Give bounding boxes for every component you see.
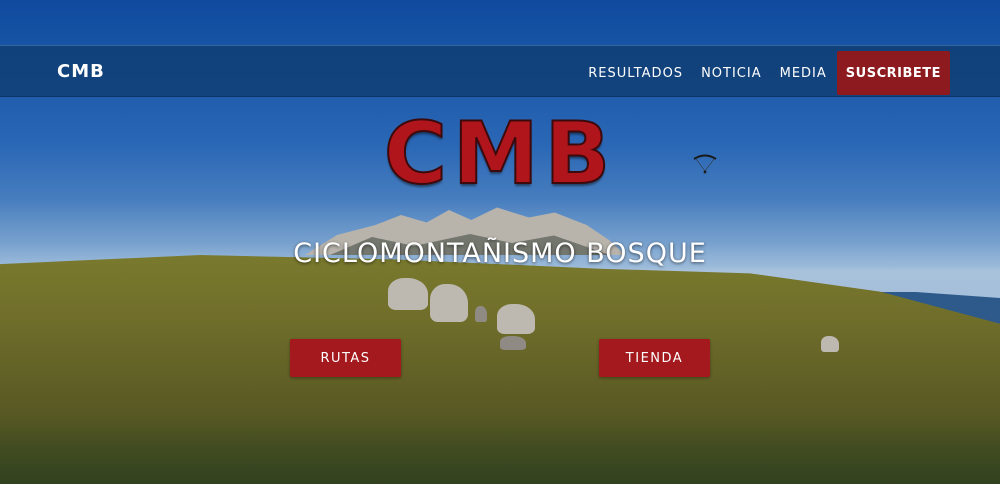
- brand-logo[interactable]: CMB: [57, 61, 105, 82]
- boulder: [475, 306, 487, 322]
- paraglider-icon: [693, 154, 717, 174]
- boulder: [497, 304, 535, 334]
- top-navbar: CMB RESULTADOS NOTICIA MEDIA SUSCRIBETE: [0, 45, 1000, 97]
- boulder: [500, 336, 526, 350]
- hero-subtitle: CICLOMONTAÑISMO BOSQUE: [293, 238, 707, 269]
- boulder: [430, 284, 468, 322]
- nav-link-noticia[interactable]: NOTICIA: [701, 66, 762, 81]
- boulder: [388, 278, 428, 310]
- rutas-button[interactable]: RUTAS: [290, 339, 401, 377]
- tienda-button[interactable]: TIENDA: [599, 339, 710, 377]
- meadow-shade: [0, 420, 1000, 484]
- nav-link-resultados[interactable]: RESULTADOS: [588, 66, 683, 81]
- hero-section: CMB RESULTADOS NOTICIA MEDIA SUSCRIBETE …: [0, 0, 1000, 484]
- subscribe-button[interactable]: SUSCRIBETE: [836, 51, 950, 95]
- hero-logo: CMB: [383, 103, 617, 205]
- nav-link-media[interactable]: MEDIA: [780, 66, 827, 81]
- nav-links: RESULTADOS NOTICIA MEDIA SUSCRIBETE: [570, 51, 950, 95]
- boulder: [821, 336, 839, 352]
